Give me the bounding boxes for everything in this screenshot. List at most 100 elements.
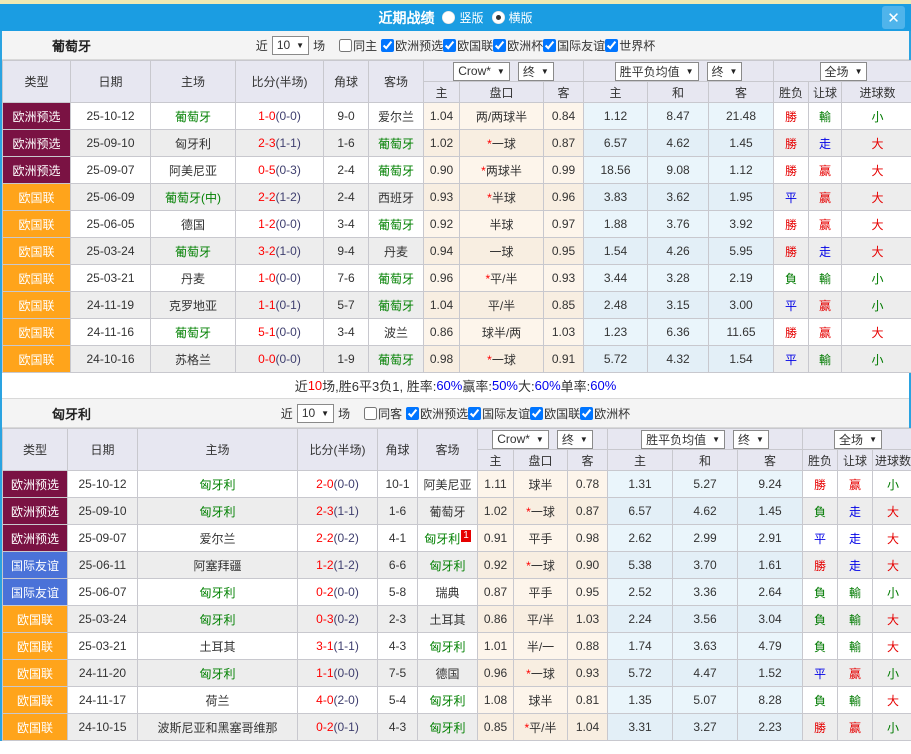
matches-body: 欧洲预选25-10-12葡萄牙1-0(0-0)9-0爱尔兰1.04两/两球半0.… (3, 103, 911, 373)
league-filter[interactable]: 欧国联 (443, 37, 493, 54)
layout-vertical-option[interactable]: 竖版 (442, 9, 483, 26)
avg-win-cell: 3.44 (584, 265, 648, 292)
league-type-cell: 欧国联 (3, 184, 71, 211)
league-checkbox[interactable] (605, 39, 618, 52)
league-type-cell: 欧洲预选 (3, 130, 71, 157)
score-cell: 4-0(2-0) (298, 687, 378, 714)
same-home-filter[interactable]: 同主 (339, 37, 377, 54)
summary-line: 近10场,胜6平3负1, 胜率:60% 赢率:50% 大:60% 单率:60% (2, 373, 909, 399)
league-filter[interactable]: 国际友谊 (468, 405, 530, 422)
handicap-cell: 平/半 (514, 606, 568, 633)
full-time-score: 2-2 (316, 531, 333, 545)
home-team-name: 葡萄牙 (175, 245, 211, 259)
avg-lose-cell: 11.65 (709, 319, 774, 346)
goals-result-cell: 大 (873, 687, 911, 714)
col-score: 比分(半场) (298, 429, 378, 471)
recent-count-select[interactable]: 10 ▼ (297, 404, 334, 423)
avg-win-cell: 18.56 (584, 157, 648, 184)
fullmatch-select[interactable]: 全场▼ (834, 430, 882, 449)
summary-part: 60% (436, 378, 462, 393)
avg-select[interactable]: 胜平负均值▼ (615, 62, 699, 81)
avg-lose-cell: 21.48 (709, 103, 774, 130)
chevron-down-icon: ▼ (536, 435, 544, 444)
bookmaker-select[interactable]: Crow*▼ (453, 62, 510, 81)
radio-unselected-icon[interactable] (442, 11, 455, 24)
handicap-cell: *平/半 (514, 714, 568, 741)
fullmatch-select[interactable]: 全场▼ (820, 62, 868, 81)
goals-result-cell: 小 (842, 292, 911, 319)
avg-stage-select[interactable]: 终▼ (733, 430, 769, 449)
col-goals: 进球数 (873, 450, 911, 471)
avg-draw-cell: 4.47 (673, 660, 738, 687)
corner-cell: 1-6 (324, 130, 369, 157)
close-icon[interactable]: ✕ (882, 6, 905, 29)
away-odds-cell: 0.93 (568, 660, 608, 687)
odds-stage-label: 终 (562, 431, 574, 448)
same-checkbox[interactable] (364, 407, 377, 420)
league-checkbox[interactable] (406, 407, 419, 420)
avg-draw-cell: 3.62 (648, 184, 709, 211)
avg-draw-cell: 4.32 (648, 346, 709, 373)
result-cell: 負 (774, 265, 809, 292)
bookmaker-select[interactable]: Crow*▼ (492, 430, 549, 449)
home-team-cell: 爱尔兰 (138, 525, 298, 552)
league-checkbox[interactable] (493, 39, 506, 52)
match-date-cell: 25-03-24 (68, 606, 138, 633)
avg-select[interactable]: 胜平负均值▼ (641, 430, 725, 449)
avg-lose-cell: 1.54 (709, 346, 774, 373)
handicap-cell: 半球 (460, 211, 544, 238)
recent-count-select[interactable]: 10 ▼ (272, 36, 309, 55)
home-team-cell: 土耳其 (138, 633, 298, 660)
odds-stage-select[interactable]: 终▼ (557, 430, 593, 449)
league-checkbox[interactable] (468, 407, 481, 420)
handicap-value: 两球半 (486, 164, 522, 178)
home-team-name: 爱尔兰 (199, 532, 235, 546)
result-cell: 勝 (803, 471, 838, 498)
avg-stage-select[interactable]: 终▼ (707, 62, 743, 81)
score-cell: 1-0(0-0) (236, 103, 324, 130)
home-team-name: 葡萄牙(中) (165, 191, 221, 205)
result-cell: 平 (774, 292, 809, 319)
league-checkbox[interactable] (381, 39, 394, 52)
match-date-cell: 25-09-10 (71, 130, 151, 157)
goals-result-cell: 大 (842, 184, 911, 211)
league-checkbox[interactable] (543, 39, 556, 52)
matches-table: 类型 日期 主场 比分(半场) 角球 客场 Crow*▼ 终▼ (2, 60, 911, 373)
corner-cell: 7-6 (324, 265, 369, 292)
col-away: 客场 (418, 429, 478, 471)
filter-bar: 近 10 ▼ 场 同主 欧洲预选欧国联欧洲杯国际友谊世界杯 (2, 36, 909, 55)
match-row: 欧国联24-10-16苏格兰0-0(0-0)1-9葡萄牙0.98*一球0.915… (3, 346, 911, 373)
league-filter[interactable]: 欧洲杯 (493, 37, 543, 54)
half-time-score: (0-1) (276, 298, 301, 312)
league-checkbox[interactable] (530, 407, 543, 420)
match-row: 欧国联25-03-24匈牙利0-3(0-2)2-3土耳其0.86平/半1.032… (3, 606, 911, 633)
away-odds-cell: 0.95 (568, 579, 608, 606)
league-filter[interactable]: 国际友谊 (543, 37, 605, 54)
col-ah-result: 让球 (809, 82, 842, 103)
recent-count-value: 10 (277, 38, 290, 52)
same-checkbox[interactable] (339, 39, 352, 52)
league-checkbox[interactable] (443, 39, 456, 52)
half-time-score: (1-1) (276, 136, 301, 150)
handicap-cell: *两球半 (460, 157, 544, 184)
avg-draw-cell: 2.99 (673, 525, 738, 552)
avg-lose-cell: 2.23 (738, 714, 803, 741)
handicap-cell: 球半 (514, 471, 568, 498)
league-filter[interactable]: 欧洲预选 (381, 37, 443, 54)
layout-horizontal-option[interactable]: 横版 (492, 9, 533, 26)
away-team-cell: 匈牙利1 (418, 525, 478, 552)
odds-stage-select[interactable]: 终▼ (518, 62, 554, 81)
score-cell: 2-3(1-1) (298, 498, 378, 525)
league-filter[interactable]: 欧洲预选 (406, 405, 468, 422)
league-filter[interactable]: 世界杯 (605, 37, 655, 54)
radio-selected-icon[interactable] (492, 11, 505, 24)
goals-result-cell: 大 (842, 157, 911, 184)
league-filter[interactable]: 欧洲杯 (580, 405, 630, 422)
score-cell: 1-0(0-0) (236, 265, 324, 292)
same-away-filter[interactable]: 同客 (364, 405, 402, 422)
full-time-score: 0-0 (258, 352, 275, 366)
away-team-cell: 葡萄牙 (369, 157, 424, 184)
league-checkbox[interactable] (580, 407, 593, 420)
league-filter[interactable]: 欧国联 (530, 405, 580, 422)
away-odds-cell: 0.98 (568, 525, 608, 552)
